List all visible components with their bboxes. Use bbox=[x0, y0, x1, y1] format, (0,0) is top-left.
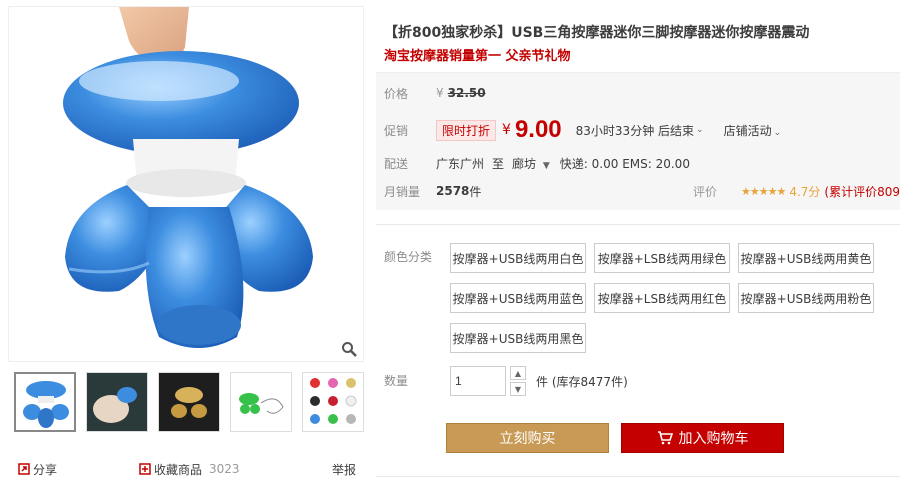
sku-label: 颜色分类 bbox=[384, 250, 433, 264]
share-label: 分享 bbox=[33, 462, 58, 477]
shipping-fee: 快递: 0.00 EMS: 20.00 bbox=[559, 156, 690, 171]
review-count: (累计评价809 bbox=[824, 184, 900, 199]
stock-info: 件 (库存8477件) bbox=[536, 373, 628, 390]
thumb-green-massager-icon bbox=[239, 393, 284, 414]
share-link[interactable]: 分享 bbox=[18, 461, 57, 478]
price-row: 价格 ¥ 32.50 bbox=[376, 81, 486, 105]
thumbnail-1[interactable] bbox=[14, 372, 76, 432]
sales-row: 月销量 2578 件 评价 ★★★★★ 4.7分 (累计评价809 bbox=[376, 179, 900, 203]
thumbnail-3[interactable] bbox=[158, 372, 220, 432]
gallery-panel: 分享 收藏商品 3023 举报 bbox=[0, 0, 370, 484]
sku-option[interactable]: 按摩器+USB线两用白色 bbox=[450, 243, 586, 273]
collect-link[interactable]: 收藏商品 3023 bbox=[139, 461, 240, 478]
sku-option[interactable]: 按摩器+USB线两用黑色 bbox=[450, 323, 586, 353]
store-activity-label: 店铺活动 bbox=[723, 123, 772, 138]
quantity-increase-button[interactable]: ▲ bbox=[510, 366, 526, 380]
promo-timer: 83小时33分钟 后结束 bbox=[575, 123, 695, 138]
cart-icon bbox=[657, 431, 673, 445]
buy-now-button[interactable]: 立刻购买 bbox=[446, 423, 609, 453]
sku-option[interactable]: 按摩器+USB线两用粉色 bbox=[738, 283, 874, 313]
timer-chevron-icon[interactable]: ⌄ bbox=[696, 125, 704, 135]
promo-label: 促销 bbox=[384, 123, 409, 138]
sales-unit: 件 bbox=[469, 184, 482, 199]
store-activity-chevron-icon: ⌄ bbox=[773, 127, 782, 138]
zoom-icon[interactable] bbox=[341, 341, 357, 357]
sales-count: 2578 bbox=[436, 184, 470, 198]
thumb-color-variants-icon bbox=[310, 378, 357, 424]
collect-label: 收藏商品 bbox=[154, 462, 203, 477]
bottom-divider bbox=[376, 476, 900, 477]
rating-group[interactable]: 评价 ★★★★★ 4.7分 (累计评价809 bbox=[693, 183, 900, 200]
shipping-from: 广东广州 bbox=[436, 156, 485, 171]
thumb-usage-photo-icon bbox=[87, 373, 147, 431]
collect-count: 3023 bbox=[209, 462, 240, 476]
destination-caret-icon: ▼ bbox=[542, 160, 550, 171]
thumbnail-strip bbox=[14, 372, 364, 434]
rating-score: 4.7分 bbox=[789, 184, 821, 199]
product-subtitle: 淘宝按摩器销量第一 父亲节礼物 bbox=[384, 49, 571, 64]
promo-tag: 限时打折 bbox=[436, 119, 497, 141]
store-activity-dropdown[interactable]: 店铺活动 ⌄ bbox=[724, 122, 782, 139]
price-currency: ¥ bbox=[436, 86, 444, 100]
promo-price: 9.00 bbox=[514, 116, 562, 143]
sku-option[interactable]: 按摩器+LSB线两用红色 bbox=[594, 283, 730, 313]
sales-label: 月销量 bbox=[384, 184, 421, 199]
thumbnail-5[interactable] bbox=[302, 372, 364, 432]
quantity-unit: 件 bbox=[536, 375, 549, 389]
promo-row: 促销 限时打折 ¥ 9.00 83小时33分钟 后结束 ⌄ 店铺活动 ⌄ bbox=[376, 115, 781, 145]
sku-option[interactable]: 按摩器+USB线两用黄色 bbox=[738, 243, 874, 273]
add-to-cart-label: 加入购物车 bbox=[678, 431, 749, 447]
divider bbox=[376, 224, 900, 225]
rating-label: 评价 bbox=[692, 184, 717, 199]
rating-stars-icon: ★★★★★ bbox=[741, 184, 786, 198]
report-link[interactable]: 举报 bbox=[332, 461, 356, 478]
share-bar: 分享 收藏商品 3023 举报 bbox=[16, 460, 356, 478]
shipping-label: 配送 bbox=[384, 156, 409, 171]
add-to-cart-button[interactable]: 加入购物车 bbox=[621, 423, 784, 453]
share-icon bbox=[18, 463, 30, 475]
price-block: 价格 ¥ 32.50 促销 限时打折 ¥ 9.00 83小时33分钟 后结束 ⌄… bbox=[376, 72, 900, 210]
thumbnail-4[interactable] bbox=[230, 372, 292, 432]
quantity-decrease-button[interactable]: ▼ bbox=[510, 382, 526, 396]
quantity-input[interactable] bbox=[450, 366, 506, 396]
quantity-label: 数量 bbox=[384, 374, 409, 388]
shipping-to: 廊坊 bbox=[512, 156, 537, 171]
shipping-destination-dropdown[interactable]: 廊坊 ▼ bbox=[512, 155, 550, 172]
massager-illustration bbox=[63, 7, 313, 348]
report-label: 举报 bbox=[331, 462, 356, 477]
detail-panel: 【折800独家秒杀】USB三角按摩器迷你三脚按摩器迷你按摩器震动 淘宝按摩器销量… bbox=[370, 0, 900, 484]
collect-icon bbox=[139, 463, 151, 475]
product-title: 【折800独家秒杀】USB三角按摩器迷你三脚按摩器迷你按摩器震动 bbox=[384, 25, 810, 41]
thumbnail-2[interactable] bbox=[86, 372, 148, 432]
promo-currency: ¥ bbox=[502, 122, 511, 138]
shipping-row: 配送 广东广州 至 廊坊 ▼ 快递: 0.00 EMS: 20.00 bbox=[376, 151, 690, 175]
stock-count: (库存8477件) bbox=[551, 375, 628, 389]
sku-option[interactable]: 按摩器+LSB线两用绿色 bbox=[594, 243, 730, 273]
main-product-image[interactable] bbox=[8, 6, 364, 362]
sku-option[interactable]: 按摩器+USB线两用蓝色 bbox=[450, 283, 586, 313]
shipping-to-word: 至 bbox=[492, 156, 505, 171]
original-price: 32.50 bbox=[447, 86, 486, 100]
price-label: 价格 bbox=[384, 86, 409, 101]
thumb-massager-icon bbox=[23, 381, 69, 428]
thumb-gold-massager-icon bbox=[159, 373, 219, 431]
